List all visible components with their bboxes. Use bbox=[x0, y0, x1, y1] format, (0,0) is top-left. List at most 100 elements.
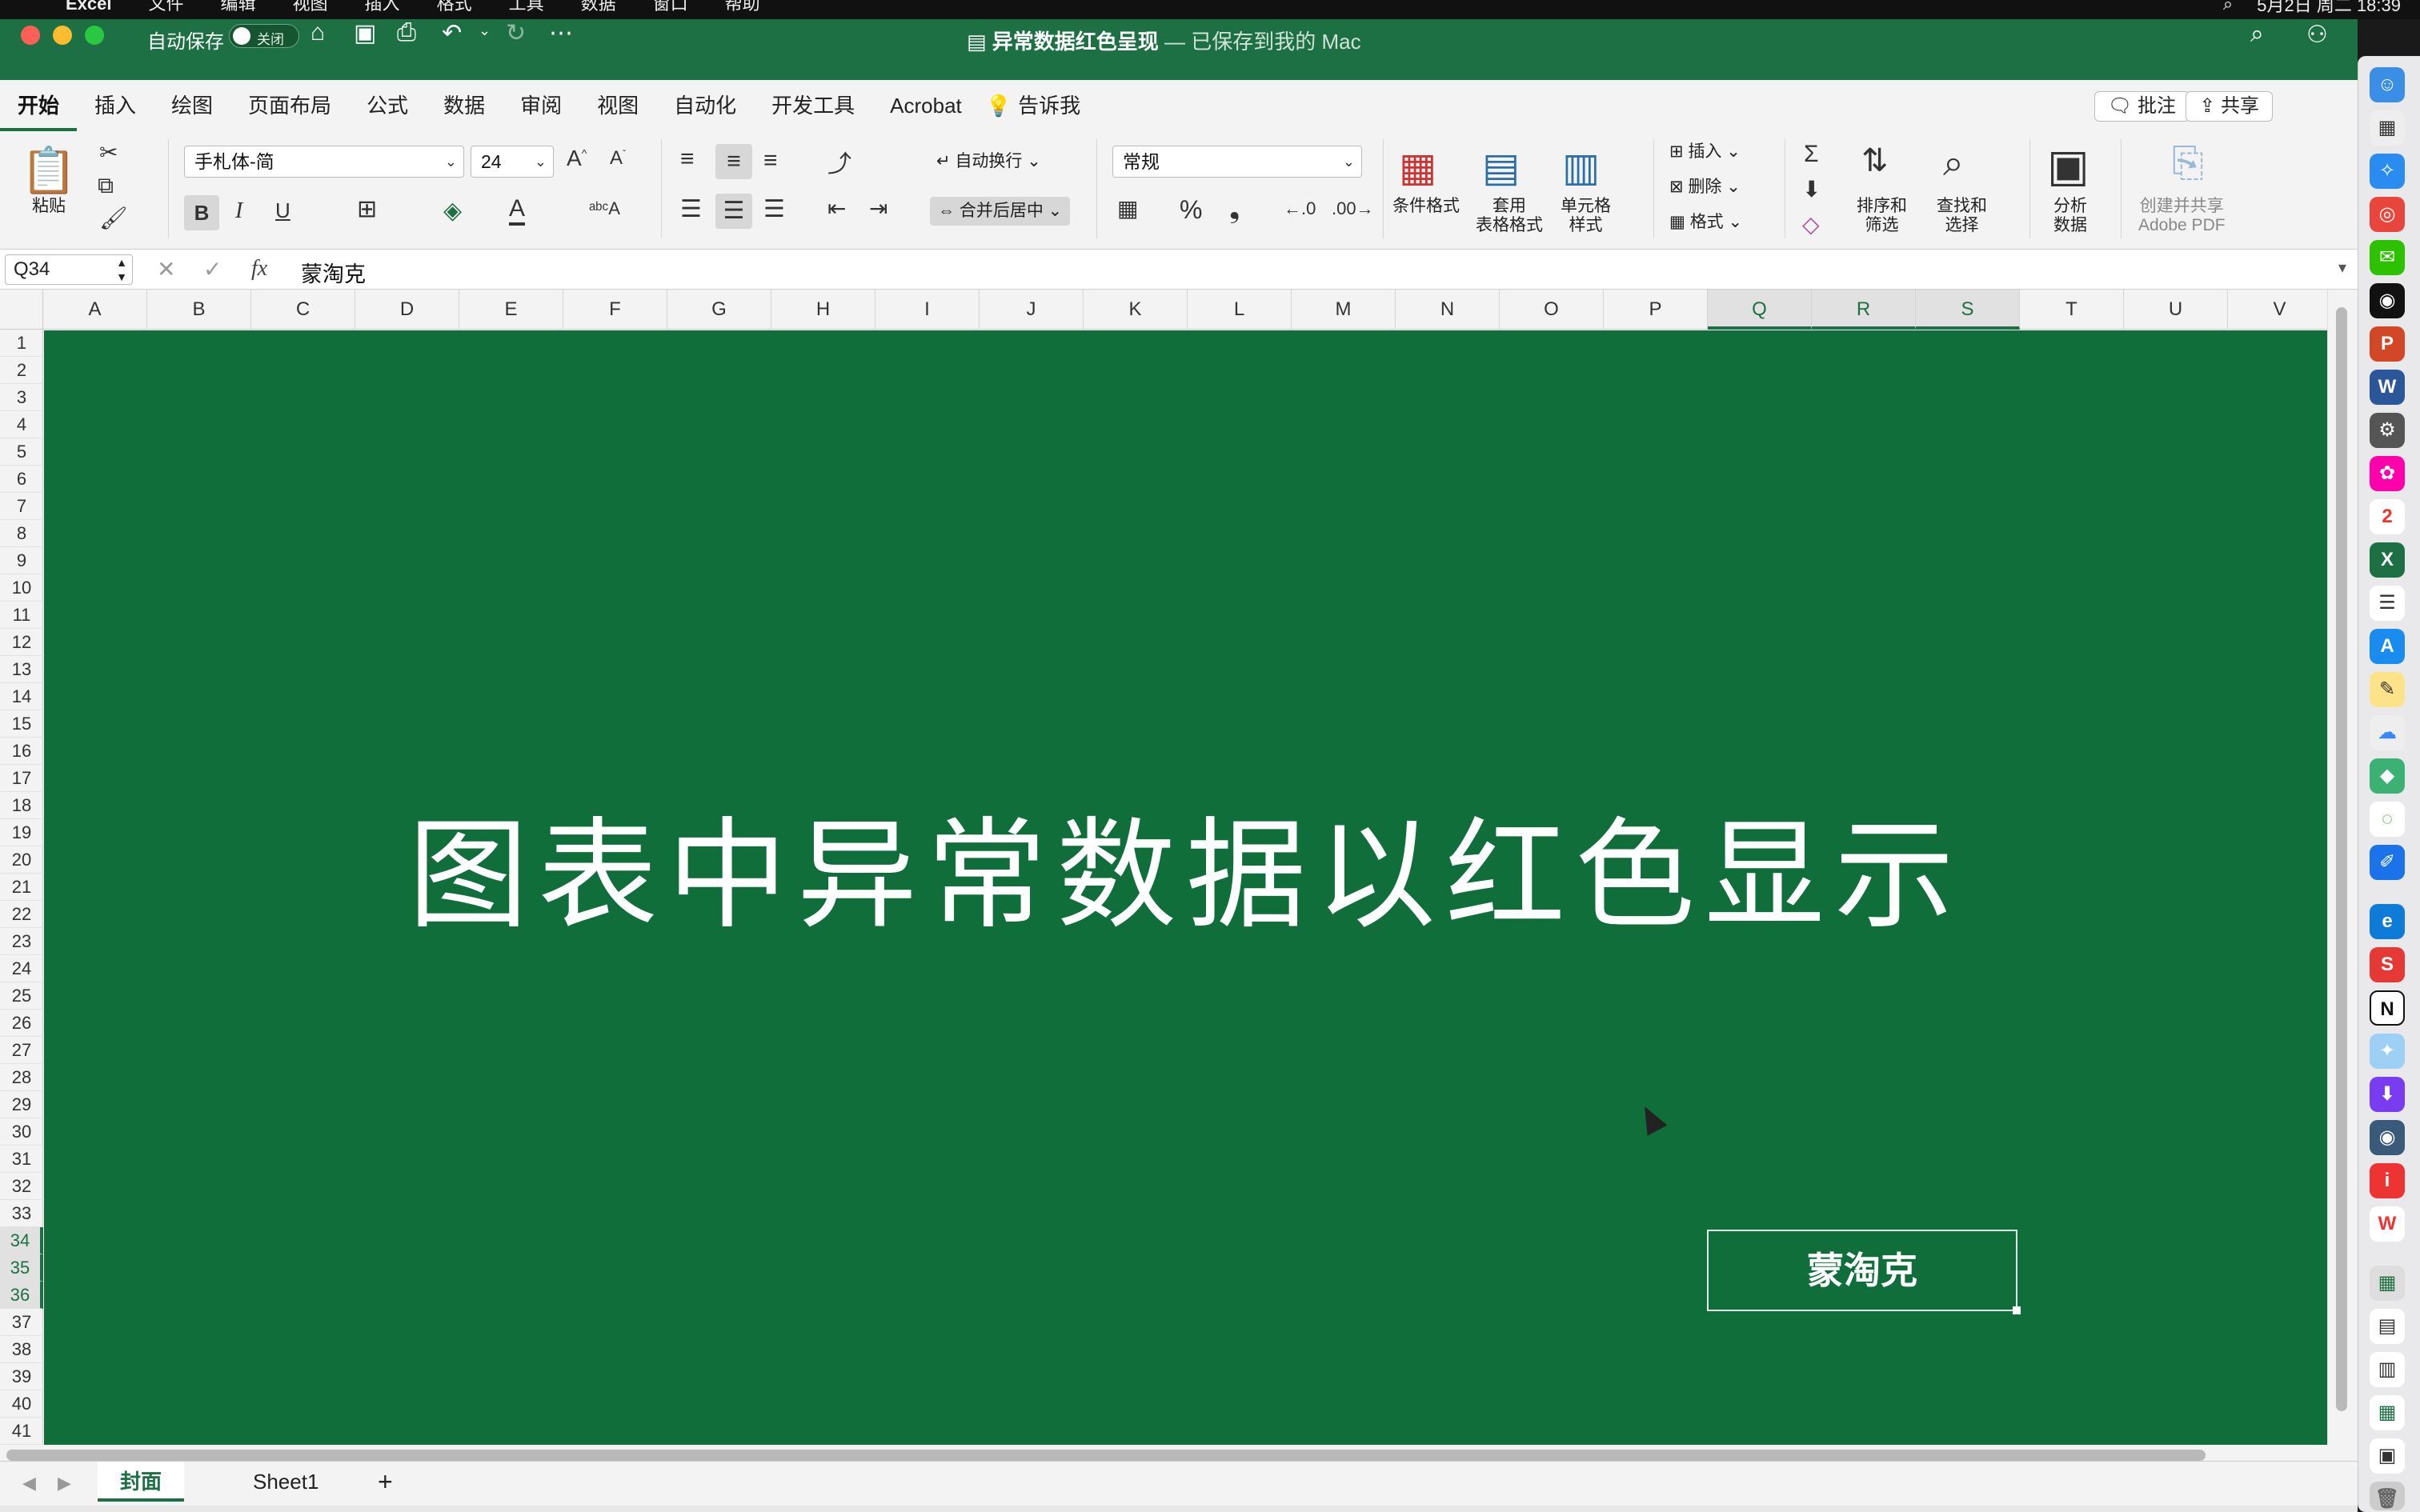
network-app-icon[interactable]: ✦ bbox=[2370, 1034, 2405, 1069]
bold-button[interactable]: B bbox=[184, 195, 219, 230]
row-header-30[interactable]: 30 bbox=[0, 1118, 43, 1146]
row-header-21[interactable]: 21 bbox=[0, 874, 43, 901]
column-header-d[interactable]: D bbox=[355, 290, 459, 330]
row-header-7[interactable]: 7 bbox=[0, 493, 43, 520]
menu-edit[interactable]: 编辑 bbox=[221, 0, 256, 13]
tab-page-layout[interactable]: 页面布局 bbox=[230, 80, 349, 131]
column-header-t[interactable]: T bbox=[2020, 290, 2124, 330]
merge-center-button[interactable]: ⇔ 合并后居中 ⌄ bbox=[930, 197, 1071, 226]
menu-window[interactable]: 窗口 bbox=[653, 0, 688, 13]
increase-indent-icon[interactable]: ⇥ bbox=[869, 195, 887, 222]
downloader-icon[interactable]: ⬇ bbox=[2370, 1077, 2405, 1112]
notes-icon[interactable]: ✎ bbox=[2370, 672, 2405, 707]
comma-style-button[interactable]: ❟ bbox=[1229, 194, 1240, 225]
analyze-data-label[interactable]: 分析 数据 bbox=[2053, 197, 2087, 235]
row-header-1[interactable]: 1 bbox=[0, 330, 43, 357]
create-pdf-icon[interactable]: ⎘ bbox=[2172, 139, 2204, 186]
row-header-6[interactable]: 6 bbox=[0, 466, 43, 493]
column-header-q[interactable]: Q bbox=[1708, 290, 1812, 330]
excel-icon[interactable]: X bbox=[2370, 542, 2405, 578]
row-header-12[interactable]: 12 bbox=[0, 629, 43, 656]
tab-review[interactable]: 审阅 bbox=[503, 80, 579, 131]
find-select-label[interactable]: 查找和 选择 bbox=[1937, 197, 1987, 235]
row-header-22[interactable]: 22 bbox=[0, 901, 43, 928]
search-icon[interactable]: ⌕ bbox=[2250, 21, 2264, 48]
row-header-18[interactable]: 18 bbox=[0, 792, 43, 819]
select-all-corner[interactable] bbox=[0, 290, 43, 330]
column-header-v[interactable]: V bbox=[2228, 290, 2332, 330]
autosum-icon[interactable]: Σ bbox=[1804, 141, 1819, 168]
calendar-icon[interactable]: 2 bbox=[2370, 499, 2405, 534]
comments-button[interactable]: 🗨 批注 bbox=[2093, 91, 2190, 122]
column-header-u[interactable]: U bbox=[2124, 290, 2228, 330]
column-header-r[interactable]: R bbox=[1812, 290, 1916, 330]
italic-button[interactable]: I bbox=[235, 198, 242, 224]
sort-filter-icon[interactable]: ⇅ bbox=[1861, 142, 1889, 179]
row-header-27[interactable]: 27 bbox=[0, 1037, 43, 1064]
name-box[interactable]: Q34 ▲ ▼ bbox=[5, 254, 133, 285]
column-header-f[interactable]: F bbox=[563, 290, 667, 330]
row-header-35[interactable]: 35 bbox=[0, 1254, 43, 1282]
cancel-edit-icon[interactable]: ✕ bbox=[157, 256, 175, 282]
save-as-icon[interactable]: ⎙ bbox=[397, 19, 416, 46]
column-header-c[interactable]: C bbox=[251, 290, 355, 330]
decrease-font-icon[interactable]: Aˇ bbox=[610, 147, 626, 170]
menu-data[interactable]: 数据 bbox=[581, 0, 616, 13]
wechat-icon[interactable]: ✉ bbox=[2370, 240, 2405, 275]
selected-cell-author[interactable]: 蒙淘克 bbox=[1707, 1230, 2021, 1314]
format-painter-icon[interactable]: 🖌 bbox=[99, 205, 128, 231]
format-as-table-icon[interactable]: ▤ bbox=[1482, 144, 1520, 190]
word-icon[interactable]: W bbox=[2370, 370, 2405, 405]
create-share-pdf-label[interactable]: 创建并共享 Adobe PDF bbox=[2138, 197, 2226, 235]
more-options-icon[interactable]: ⋯ bbox=[549, 19, 573, 47]
notion-icon[interactable]: N bbox=[2370, 990, 2405, 1026]
row-header-32[interactable]: 32 bbox=[0, 1173, 43, 1200]
save-icon[interactable]: ▣ bbox=[354, 19, 376, 47]
previous-sheet-icon[interactable]: ◀ bbox=[22, 1473, 36, 1494]
trash-icon[interactable]: 🗑 bbox=[2370, 1482, 2405, 1510]
reminders-icon[interactable]: ☰ bbox=[2370, 586, 2405, 621]
redo-icon[interactable]: ↻ bbox=[506, 19, 526, 47]
font-color-icon[interactable]: A bbox=[509, 195, 526, 226]
column-header-l[interactable]: L bbox=[1188, 290, 1292, 330]
column-header-i[interactable]: I bbox=[875, 290, 980, 330]
tab-acrobat[interactable]: Acrobat bbox=[872, 80, 980, 131]
copy-icon[interactable]: ⧉ bbox=[98, 173, 114, 199]
row-header-26[interactable]: 26 bbox=[0, 1010, 43, 1037]
column-header-p[interactable]: P bbox=[1604, 290, 1708, 330]
row-header-31[interactable]: 31 bbox=[0, 1146, 43, 1173]
document-window-icon[interactable]: ▤ bbox=[2370, 1309, 2405, 1344]
tab-home[interactable]: 开始 bbox=[0, 80, 78, 131]
row-header-2[interactable]: 2 bbox=[0, 357, 43, 384]
settings-icon[interactable]: ⚙ bbox=[2370, 413, 2405, 448]
vertical-scrollbar[interactable] bbox=[2327, 290, 2358, 1445]
wps-icon[interactable]: S bbox=[2370, 947, 2405, 982]
excel-window-icon[interactable]: ▦ bbox=[2370, 1395, 2405, 1430]
column-header-b[interactable]: B bbox=[147, 290, 251, 330]
share-button[interactable]: ⇪ 共享 bbox=[2186, 91, 2273, 122]
chrome-icon[interactable]: ◎ bbox=[2370, 197, 2405, 232]
minimize-window-button[interactable] bbox=[53, 26, 72, 45]
align-top-icon[interactable]: ≡ bbox=[680, 146, 695, 173]
info-app-icon[interactable]: i bbox=[2370, 1163, 2405, 1198]
safari-icon[interactable]: ✧ bbox=[2370, 154, 2405, 189]
row-header-19[interactable]: 19 bbox=[0, 819, 43, 846]
confirm-edit-icon[interactable]: ✓ bbox=[203, 256, 222, 282]
align-right-icon[interactable]: ☰ bbox=[763, 195, 785, 223]
row-header-9[interactable]: 9 bbox=[0, 547, 43, 574]
fill-handle[interactable] bbox=[2013, 1306, 2021, 1314]
menu-help[interactable]: 帮助 bbox=[725, 0, 760, 13]
row-header-41[interactable]: 41 bbox=[0, 1418, 43, 1445]
row-header-39[interactable]: 39 bbox=[0, 1363, 43, 1390]
finder-icon[interactable]: ☺ bbox=[2370, 67, 2405, 102]
edge-icon[interactable]: e bbox=[2370, 904, 2405, 939]
row-header-38[interactable]: 38 bbox=[0, 1336, 43, 1363]
spinner-app-icon[interactable]: ◌ bbox=[2370, 802, 2405, 837]
row-header-5[interactable]: 5 bbox=[0, 438, 43, 466]
cut-icon[interactable]: ✂ bbox=[99, 139, 118, 166]
orientation-icon[interactable]: ⤴ bbox=[827, 144, 851, 179]
worksheet-grid[interactable]: ABCDEFGHIJKLMNOPQRSTUV 1 2 3 4 5 6 7 8 9 10 11 12 13… bbox=[0, 290, 2358, 1445]
accounting-format-icon[interactable]: ▦ bbox=[1117, 195, 1138, 222]
fill-icon[interactable]: ⬇ bbox=[1802, 176, 1821, 202]
column-header-g[interactable]: G bbox=[667, 290, 771, 330]
